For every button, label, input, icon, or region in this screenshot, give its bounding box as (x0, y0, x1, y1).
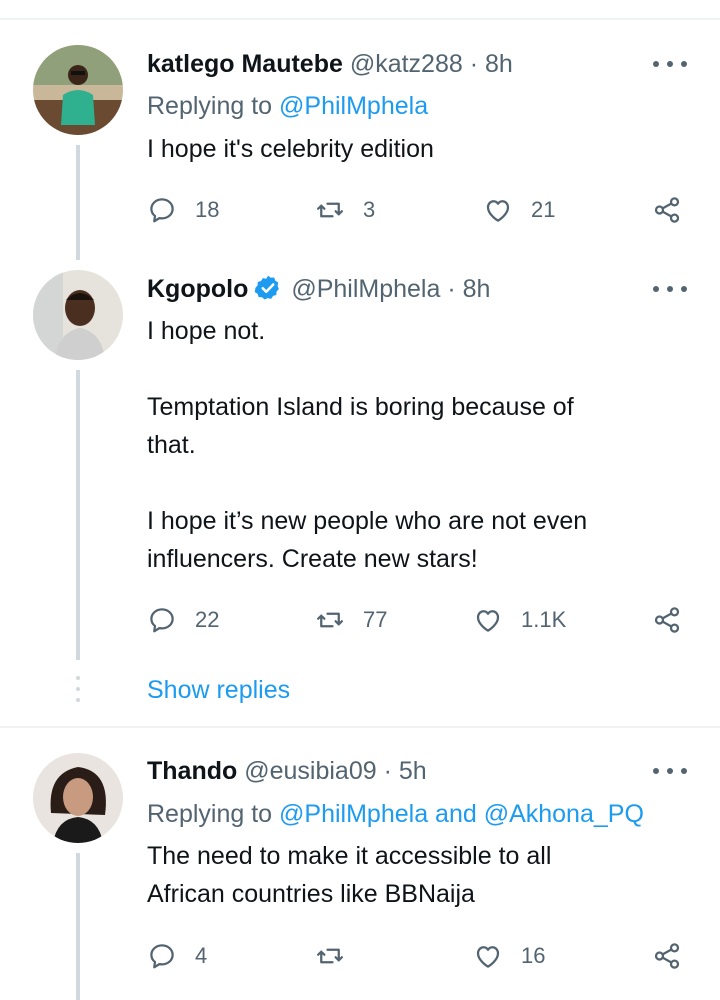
retweet-button[interactable]: 77 (315, 600, 387, 640)
tweet-header: Kgopolo @PhilMphela · 8h (147, 273, 490, 305)
reply-button[interactable]: 4 (147, 936, 207, 976)
separator-dot: · (447, 275, 456, 303)
replying-prefix: Replying to (147, 92, 280, 120)
tweet-header: katlego Mautebe @katz288 · 8h (147, 48, 513, 80)
like-icon (476, 946, 500, 968)
retweet-button[interactable] (315, 936, 363, 976)
share-button[interactable] (652, 936, 682, 976)
verified-badge-icon (255, 275, 280, 300)
separator-dot: · (469, 50, 479, 78)
like-button[interactable]: 21 (483, 190, 555, 230)
replying-prefix: Replying to (147, 800, 280, 828)
timestamp[interactable]: 5h (399, 757, 427, 785)
thread-line (76, 853, 80, 1000)
reply-button[interactable]: 22 (147, 600, 219, 640)
reply-button[interactable]: 18 (147, 190, 219, 230)
reply-count: 4 (195, 943, 208, 968)
replying-to-link[interactable]: @PhilMphela (279, 92, 428, 120)
share-icon (654, 607, 680, 633)
avatar[interactable] (33, 753, 123, 843)
reply-icon (150, 944, 174, 969)
tweet-header: Thando @eusibia09 · 5h (147, 755, 427, 787)
separator-dot: · (383, 757, 392, 785)
more-icon[interactable] (653, 764, 687, 778)
action-bar: 18 3 21 (147, 190, 692, 230)
like-count: 16 (521, 943, 546, 968)
reply-icon (150, 198, 174, 223)
retweet-button[interactable]: 3 (315, 190, 375, 230)
retweet-icon (317, 202, 343, 218)
thread-dots (76, 676, 80, 709)
avatar[interactable] (33, 45, 123, 135)
share-icon (654, 197, 680, 223)
tweet-text: I hope not. Temptation Island is boring … (147, 317, 588, 573)
tweet-katlego[interactable]: katlego Mautebe @katz288 · 8h Replying t… (0, 0, 720, 270)
like-icon (476, 610, 500, 632)
like-icon (486, 200, 510, 222)
timestamp[interactable]: 8h (485, 50, 513, 78)
like-button[interactable]: 16 (473, 936, 545, 976)
replying-to: Replying to @PhilMphela (147, 90, 428, 122)
timestamp[interactable]: 8h (463, 275, 491, 303)
like-count: 21 (531, 197, 556, 222)
thread-line (76, 370, 80, 660)
display-name[interactable]: katlego Mautebe (147, 50, 343, 78)
more-icon[interactable] (653, 57, 687, 71)
share-button[interactable] (652, 190, 682, 230)
retweet-count: 77 (363, 607, 388, 632)
replying-to-link[interactable]: @PhilMphela and @Akhona_PQ (279, 800, 644, 828)
user-handle[interactable]: @PhilMphela (291, 275, 440, 303)
user-handle[interactable]: @eusibia09 (244, 757, 376, 785)
action-bar: 4 16 (147, 936, 692, 976)
tweet-text: I hope it's celebrity edition (147, 135, 434, 163)
display-name[interactable]: Thando (147, 757, 237, 785)
reply-count: 22 (195, 607, 220, 632)
more-icon[interactable] (653, 282, 687, 296)
tweet-text: The need to make it accessible to all Af… (147, 842, 552, 908)
show-replies-link[interactable]: Show replies (147, 676, 290, 705)
like-button[interactable]: 1.1K (473, 600, 566, 640)
section-divider (0, 726, 720, 728)
user-handle[interactable]: @katz288 (350, 50, 463, 78)
retweet-icon (317, 948, 343, 964)
avatar[interactable] (33, 270, 123, 360)
retweet-icon (317, 612, 343, 628)
retweet-count: 3 (363, 197, 376, 222)
display-name[interactable]: Kgopolo (147, 275, 248, 303)
action-bar: 22 77 1.1K (147, 600, 692, 640)
share-button[interactable] (652, 600, 682, 640)
reply-icon (150, 608, 174, 633)
like-count: 1.1K (521, 607, 567, 632)
reply-count: 18 (195, 197, 220, 222)
thread-line (76, 145, 80, 260)
replying-to: Replying to @PhilMphela and @Akhona_PQ (147, 798, 644, 830)
share-icon (654, 943, 680, 969)
